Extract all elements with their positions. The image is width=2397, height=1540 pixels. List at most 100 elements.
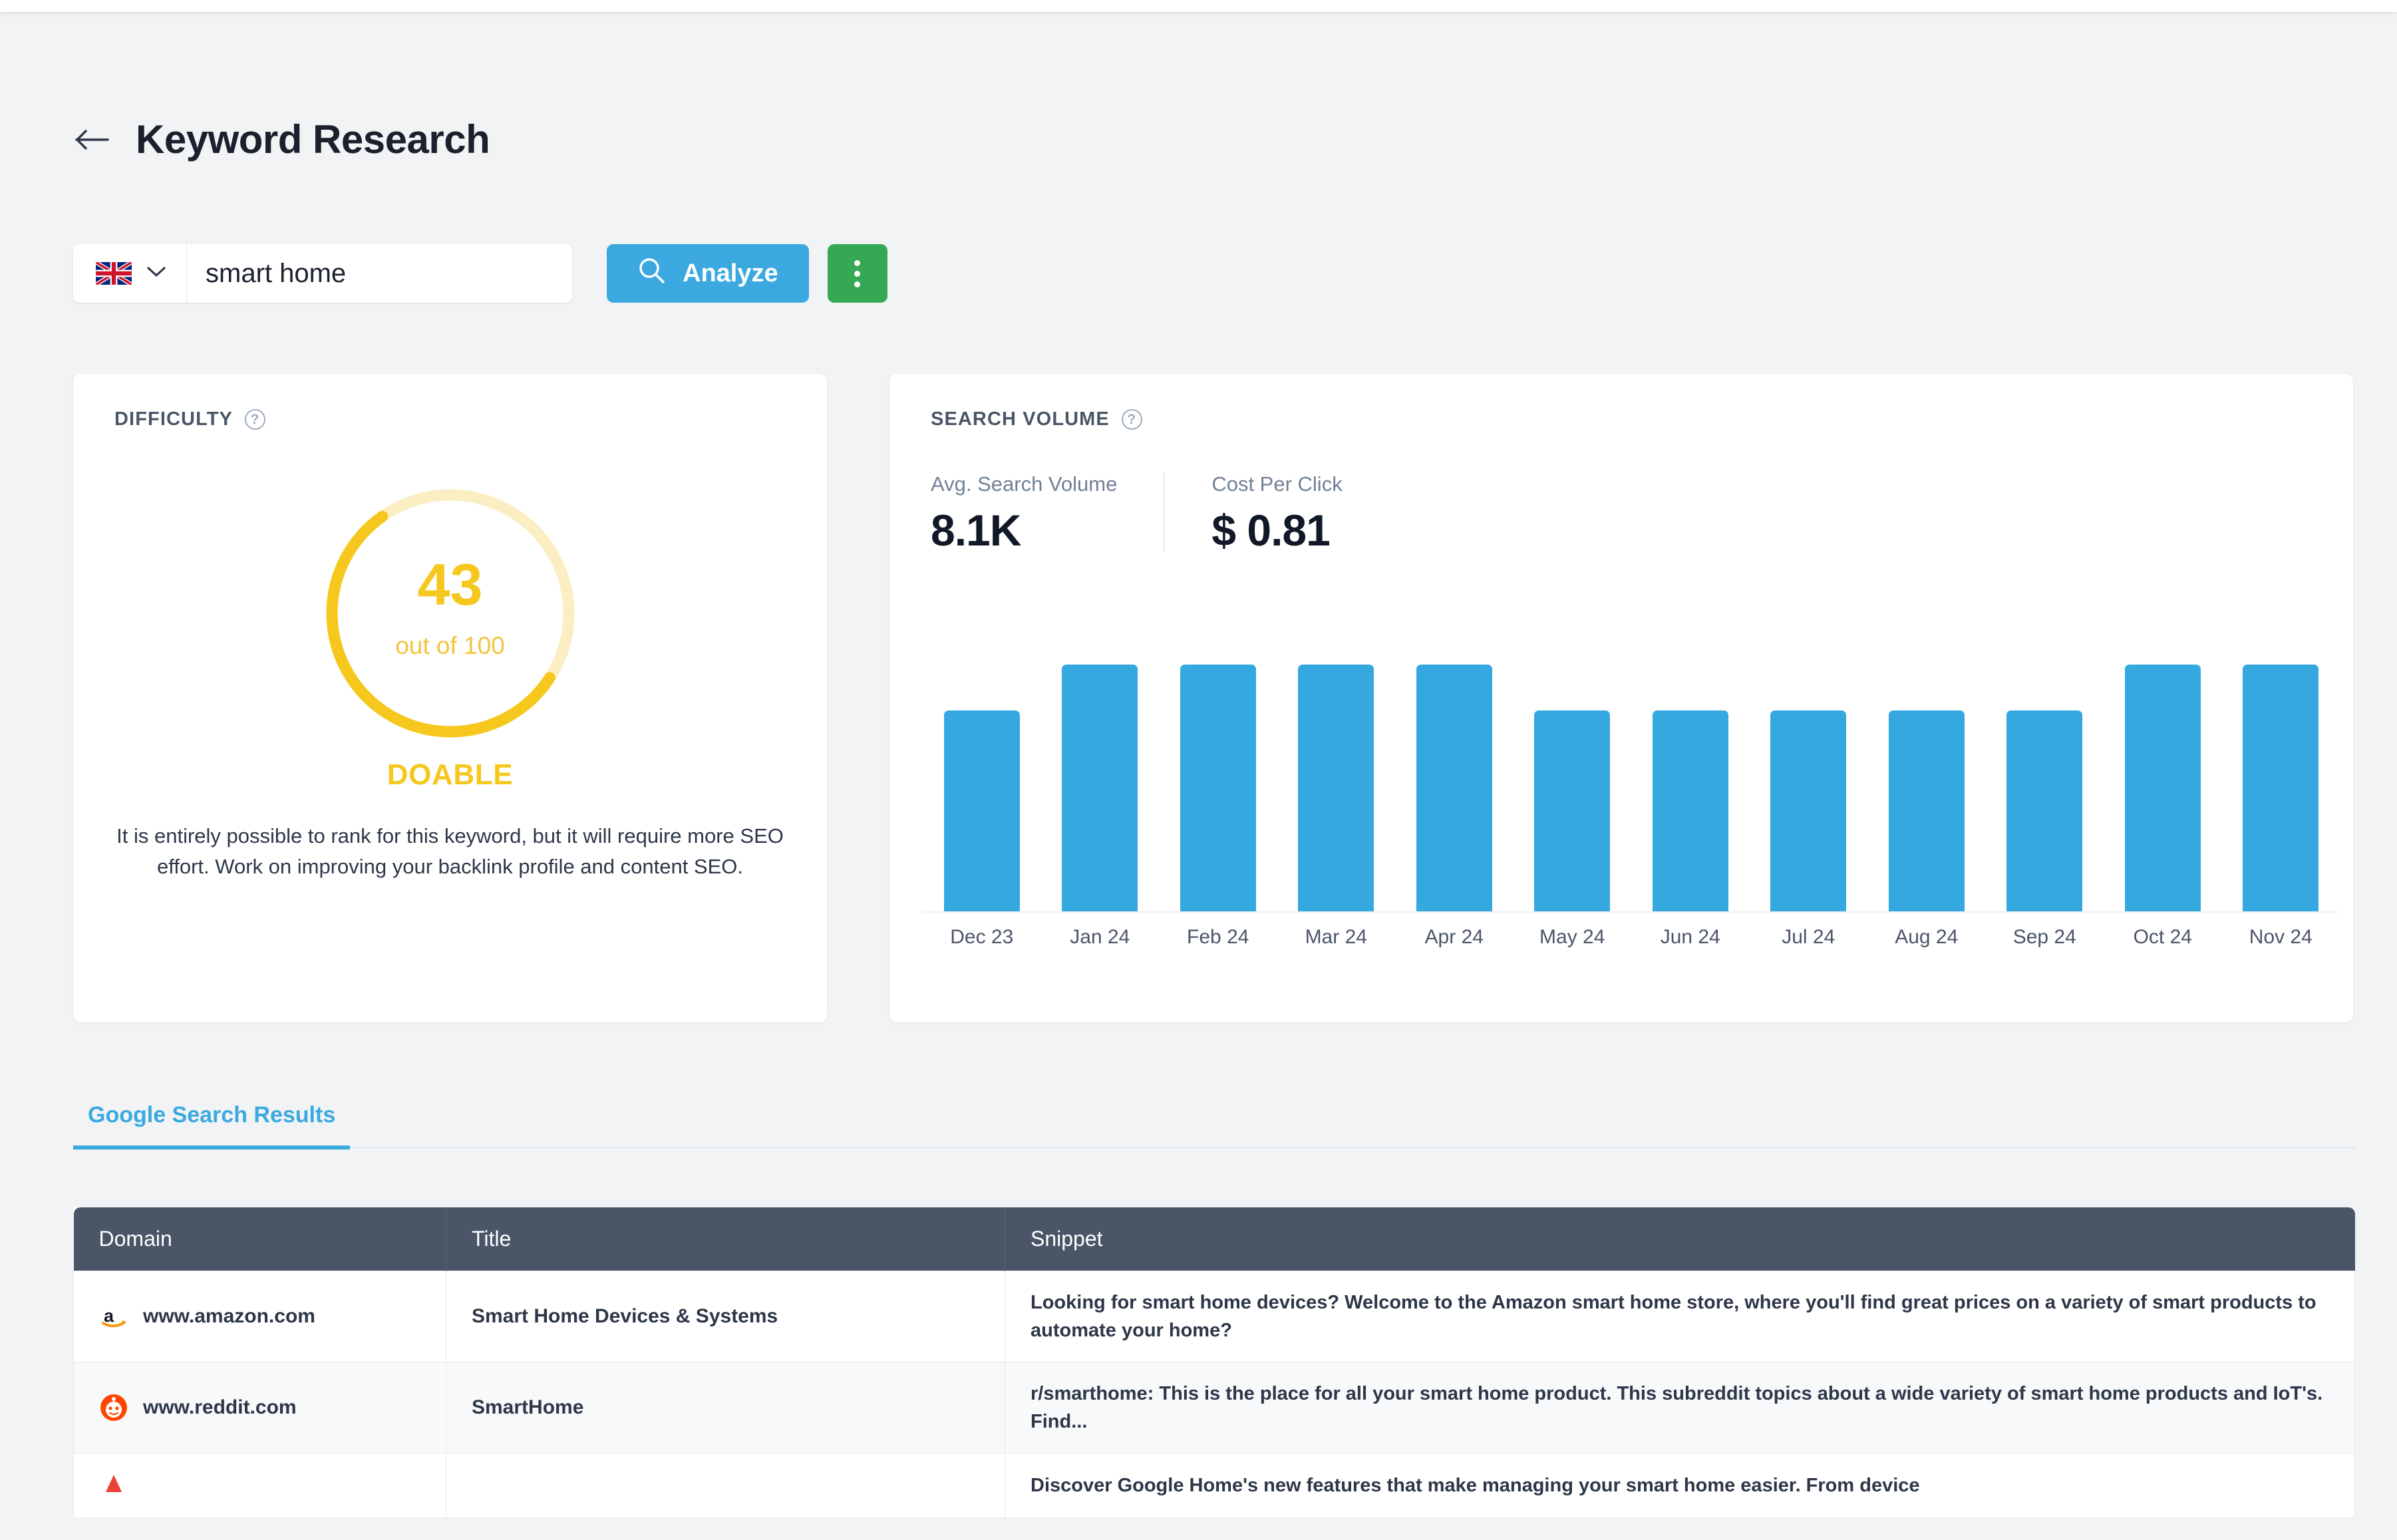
- chart-x-label: Oct 24: [2133, 926, 2192, 948]
- chart-bar-slot[interactable]: [1986, 640, 2104, 911]
- chart-bar-slot[interactable]: [923, 640, 1041, 911]
- search-volume-chart: Dec 23 Jan 24 Feb 24 Mar 24 Apr 24 May 24 Jun …: [923, 640, 2340, 973]
- search-volume-label: SEARCH VOLUME: [931, 408, 1110, 430]
- table-row[interactable]: www.reddit.com SmartHome r/smarthome: This…: [73, 1362, 2355, 1454]
- chart-x-label: Jan 24: [1070, 926, 1130, 948]
- chart-x-axis-labels: Dec 23 Jan 24 Feb 24 Mar 24 Apr 24 May 24 Jun …: [923, 926, 2340, 949]
- three-dots-vertical-icon[interactable]: [827, 244, 887, 303]
- chart-bar-slot[interactable]: [2222, 640, 2340, 911]
- domain-text: www.amazon.com: [143, 1305, 315, 1328]
- results-table: Domain Title Snippet a www.amazon.com Smar…: [73, 1207, 2355, 1519]
- chart-bar-slot[interactable]: [1277, 640, 1396, 911]
- table-header-row: Domain Title Snippet: [73, 1207, 2355, 1271]
- column-header-domain[interactable]: Domain: [73, 1207, 446, 1271]
- cell-snippet: Looking for smart home devices? Welcome …: [1005, 1270, 2355, 1363]
- stat-cost-per-click: Cost Per Click $ 0.81: [1164, 472, 1388, 552]
- chart-bar-slot[interactable]: [1750, 640, 1868, 911]
- stat-value: $ 0.81: [1211, 506, 1331, 555]
- difficulty-card: DIFFICULTY ? 43 out of 100 DOABLE It is …: [73, 374, 827, 1022]
- chart-bar[interactable]: [1062, 664, 1138, 911]
- analyze-button[interactable]: Analyze: [607, 244, 809, 303]
- search-toolbar: Analyze: [73, 244, 887, 303]
- difficulty-card-header: DIFFICULTY ?: [114, 408, 265, 430]
- chevron-down-icon: [146, 266, 166, 281]
- chart-bar-slot[interactable]: [1514, 640, 1632, 911]
- page-header: Keyword Research: [73, 116, 490, 162]
- search-icon: [637, 256, 665, 291]
- chart-bar-slot[interactable]: [1159, 640, 1277, 911]
- chart-x-label: Feb 24: [1187, 926, 1249, 948]
- difficulty-gauge: 43 out of 100: [314, 477, 587, 750]
- difficulty-description: It is entirely possible to rank for this…: [116, 824, 784, 878]
- chart-x-label: Apr 24: [1424, 926, 1484, 948]
- chart-bar[interactable]: [2124, 664, 2201, 911]
- analyze-label: Analyze: [683, 259, 778, 287]
- stat-label: Cost Per Click: [1211, 472, 1343, 496]
- chart-bar-slot[interactable]: [1631, 640, 1750, 911]
- svg-text:a: a: [104, 1306, 114, 1326]
- column-header-title[interactable]: Title: [446, 1207, 1005, 1271]
- reddit-icon: [99, 1393, 128, 1422]
- cell-snippet: Discover Google Home's new features that…: [1005, 1453, 2355, 1519]
- chart-bar-slot[interactable]: [1867, 640, 1986, 911]
- chart-x-label: Mar 24: [1305, 926, 1367, 948]
- cell-title[interactable]: SmartHome: [446, 1362, 1005, 1454]
- domain-text: www.reddit.com: [143, 1396, 297, 1419]
- cell-title[interactable]: Smart Home Devices & Systems: [446, 1270, 1005, 1363]
- amazon-icon: a: [99, 1302, 128, 1331]
- question-mark-icon[interactable]: ?: [245, 409, 265, 430]
- arrow-left-icon[interactable]: [73, 120, 112, 159]
- difficulty-label: DIFFICULTY: [114, 408, 233, 430]
- language-selector[interactable]: [73, 244, 187, 303]
- difficulty-score-max: out of 100: [395, 632, 505, 659]
- chart-bar[interactable]: [1534, 710, 1611, 911]
- chart-x-label: Aug 24: [1895, 926, 1959, 948]
- results-table-head: Domain Title Snippet: [73, 1207, 2355, 1271]
- column-header-snippet[interactable]: Snippet: [1005, 1207, 2355, 1271]
- cell-domain[interactable]: [73, 1453, 446, 1519]
- results-table-wrap: Domain Title Snippet a www.amazon.com Smar…: [73, 1207, 2355, 1519]
- results-tabs: Google Search Results: [73, 1094, 2355, 1150]
- chart-bar[interactable]: [1652, 710, 1728, 911]
- chart-bar[interactable]: [2243, 664, 2319, 911]
- search-input[interactable]: [187, 244, 572, 303]
- difficulty-score: 43: [417, 551, 483, 617]
- chart-x-label: Jun 24: [1660, 926, 1720, 948]
- chart-x-label: Dec 23: [950, 926, 1014, 948]
- chart-axis-line: [923, 911, 2340, 913]
- table-row[interactable]: Discover Google Home's new features that…: [73, 1453, 2355, 1519]
- chart-x-label: Nov 24: [2249, 926, 2313, 948]
- chart-bar[interactable]: [943, 710, 1020, 911]
- chart-x-label: Sep 24: [2012, 926, 2076, 948]
- chart-bars: [923, 640, 2340, 911]
- question-mark-icon[interactable]: ?: [1121, 409, 1142, 430]
- difficulty-verdict: DOABLE: [387, 758, 514, 791]
- chart-bar[interactable]: [1770, 710, 1847, 911]
- search-volume-card-header: SEARCH VOLUME ?: [931, 408, 1142, 430]
- app-root: Keyword Research smart home Analyze DIFF…: [0, 0, 2397, 1540]
- results-table-body: a www.amazon.com Smart Home Devices & Syst…: [73, 1270, 2355, 1519]
- cell-snippet: r/smarthome: This is the place for all y…: [1005, 1362, 2355, 1454]
- chart-bar-slot[interactable]: [2104, 640, 2222, 911]
- search-box: [73, 244, 572, 303]
- chart-bar-slot[interactable]: [1041, 640, 1160, 911]
- chart-bar-slot[interactable]: [1395, 640, 1514, 911]
- chart-bar[interactable]: [1888, 710, 1965, 911]
- stat-value: 8.1K: [931, 506, 1021, 555]
- chart-x-label: May 24: [1539, 926, 1605, 948]
- cell-domain[interactable]: a www.amazon.com: [73, 1270, 446, 1363]
- chart-bar[interactable]: [1416, 664, 1492, 911]
- chart-bar[interactable]: [2006, 710, 2083, 911]
- page-title: Keyword Research: [136, 117, 490, 162]
- chart-bar[interactable]: [1298, 664, 1374, 911]
- tab-google-search-results[interactable]: Google Search Results: [73, 1094, 351, 1150]
- chart-bar[interactable]: [1180, 664, 1256, 911]
- cell-domain[interactable]: www.reddit.com: [73, 1362, 446, 1454]
- stat-avg-search-volume: Avg. Search Volume 8.1K: [931, 472, 1164, 552]
- cell-title[interactable]: [446, 1453, 1005, 1519]
- stat-label: Avg. Search Volume: [931, 472, 1118, 496]
- table-row[interactable]: a www.amazon.com Smart Home Devices & Syst…: [73, 1270, 2355, 1363]
- chart-x-label: Jul 24: [1782, 926, 1836, 948]
- google-icon: [99, 1471, 128, 1500]
- volume-stats: Avg. Search Volume 8.1K Cost Per Click $…: [931, 472, 1389, 552]
